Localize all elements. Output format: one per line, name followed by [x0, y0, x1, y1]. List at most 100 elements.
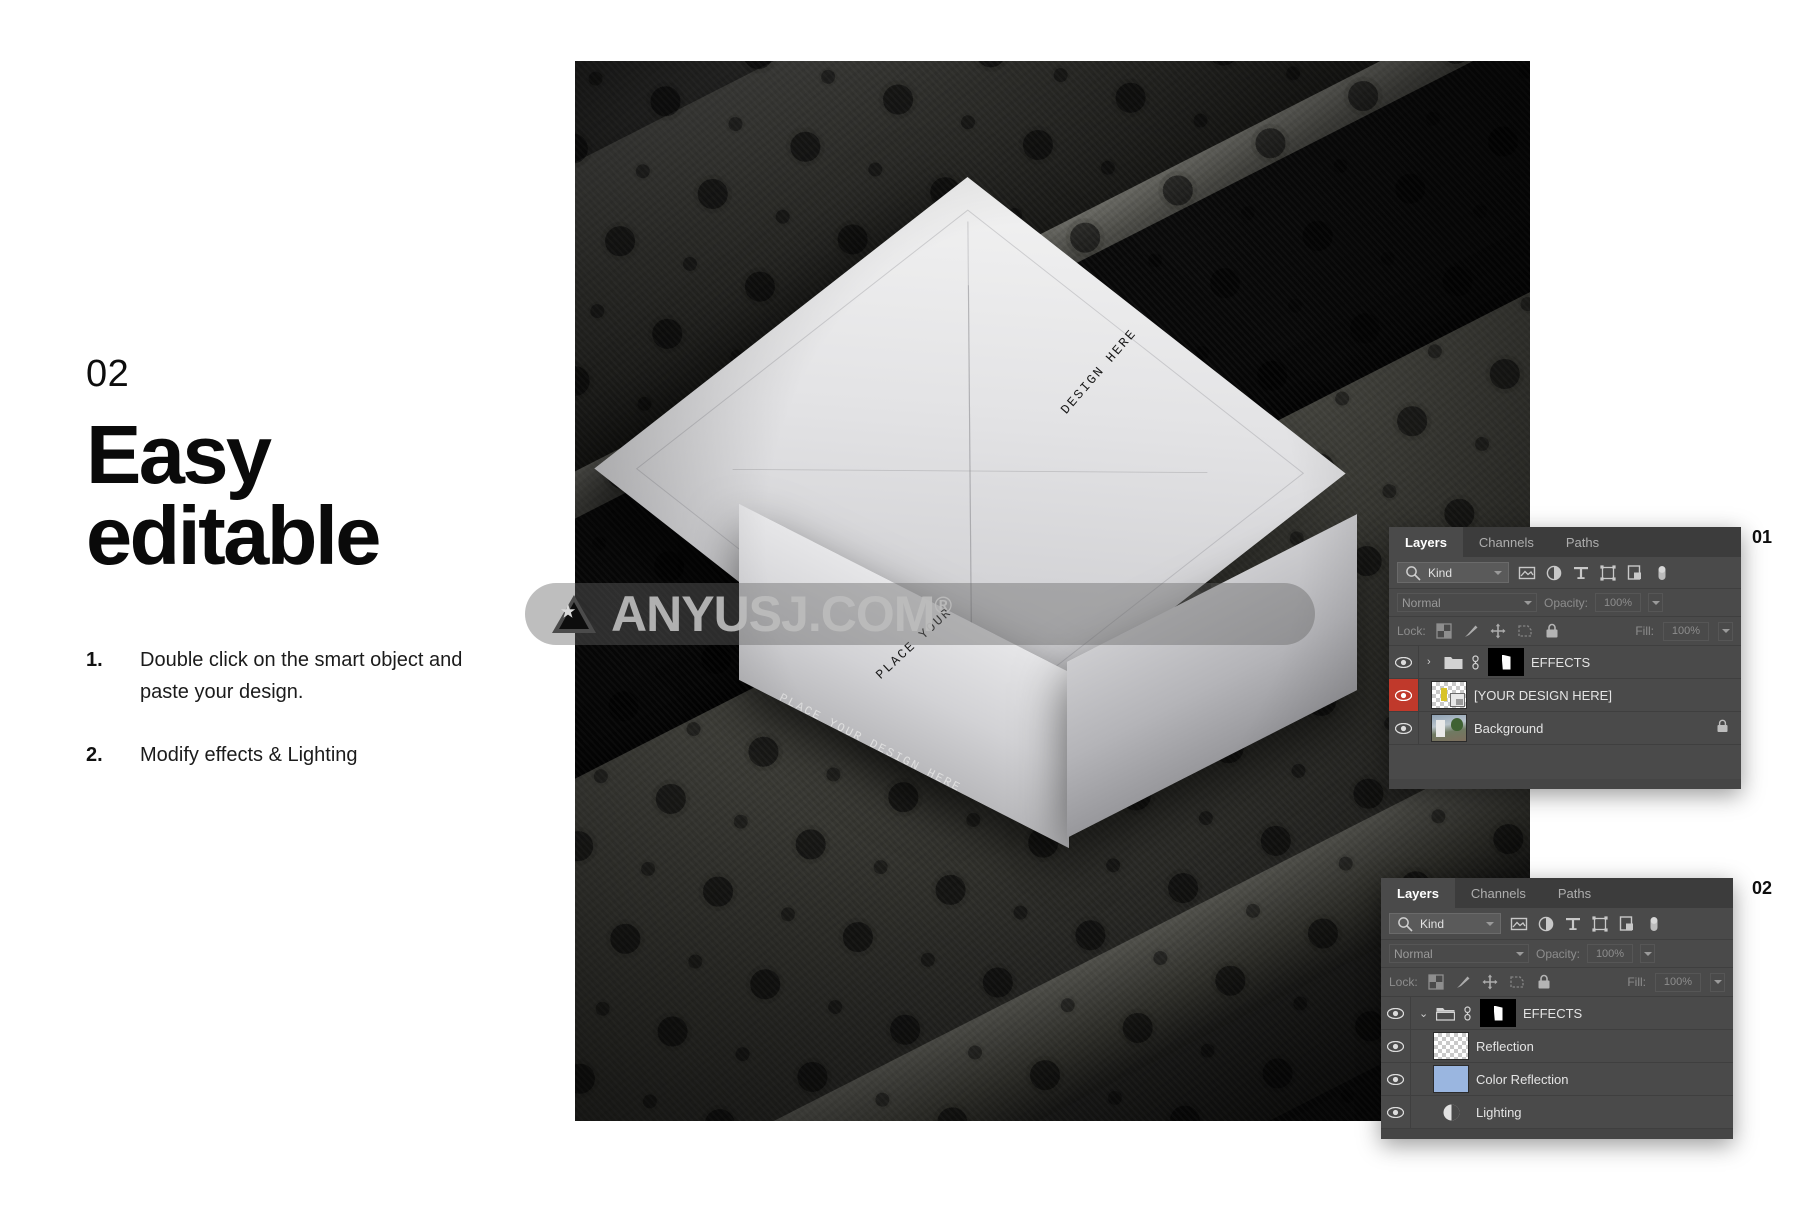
fill-input[interactable]: 100% — [1663, 621, 1709, 641]
fill-input[interactable]: 100% — [1655, 972, 1701, 992]
layer-name: EFFECTS — [1523, 1005, 1583, 1021]
eye-icon — [1387, 1040, 1404, 1052]
transparent-checkerboard-thumb[interactable] — [1433, 1032, 1469, 1060]
type-layer-filter-icon[interactable] — [1572, 564, 1590, 582]
shape-layer-filter-icon[interactable] — [1591, 915, 1609, 933]
layer-visibility-toggle[interactable] — [1389, 679, 1419, 711]
lock-transparent-pixels-icon[interactable] — [1427, 973, 1445, 991]
lock-position-icon[interactable] — [1489, 622, 1507, 640]
filter-kind-label: Kind — [1428, 565, 1453, 580]
tab-layers[interactable]: Layers — [1389, 527, 1463, 557]
instruction-list: 1. Double click on the smart object and … — [86, 644, 506, 771]
blend-mode-select[interactable]: Normal — [1397, 593, 1537, 612]
filter-kind-select[interactable]: Kind — [1397, 562, 1509, 583]
table-row[interactable]: [YOUR DESIGN HERE] — [1389, 679, 1741, 712]
chevron-down-icon[interactable] — [1524, 600, 1532, 605]
opacity-stepper[interactable] — [1640, 944, 1656, 963]
opacity-stepper[interactable] — [1648, 593, 1664, 612]
layers-panel-01[interactable]: Layers Channels Paths Kind Normal Opacit… — [1389, 527, 1741, 789]
link-mask-icon[interactable] — [1462, 1005, 1473, 1021]
lock-image-pixels-icon[interactable] — [1462, 622, 1480, 640]
blue-fill-thumb[interactable] — [1433, 1065, 1469, 1093]
blend-mode-bar: Normal Opacity: 100% — [1389, 589, 1741, 617]
page-title: Easy editable — [86, 413, 506, 576]
chevron-down-icon[interactable] — [1516, 951, 1524, 956]
chevron-down-icon[interactable] — [1486, 921, 1494, 926]
chevron-right-icon[interactable]: › — [1427, 656, 1437, 668]
layer-visibility-toggle[interactable] — [1389, 646, 1419, 678]
pixel-layer-filter-icon[interactable] — [1518, 564, 1536, 582]
fill-stepper[interactable] — [1710, 972, 1725, 992]
eye-icon — [1387, 1106, 1404, 1118]
lock-artboard-nesting-icon[interactable] — [1508, 973, 1526, 991]
layer-visibility-toggle[interactable] — [1381, 1030, 1411, 1062]
lock-position-icon[interactable] — [1481, 973, 1499, 991]
adjustment-half-circle-icon[interactable] — [1433, 1103, 1469, 1122]
layer-mask-black-thumb[interactable] — [1480, 999, 1516, 1027]
opacity-input[interactable]: 100% — [1595, 593, 1642, 612]
layer-name: [YOUR DESIGN HERE] — [1474, 687, 1612, 703]
filter-toggle-switch-icon[interactable] — [1653, 564, 1671, 582]
lock-all-icon[interactable] — [1535, 973, 1553, 991]
smart-object-filter-icon[interactable] — [1626, 564, 1644, 582]
panel-tab-bar: Layers Channels Paths — [1389, 527, 1741, 557]
search-icon — [1398, 916, 1413, 932]
layer-name: Color Reflection — [1476, 1071, 1569, 1087]
fill-stepper[interactable] — [1718, 621, 1733, 641]
tab-paths[interactable]: Paths — [1549, 527, 1616, 557]
layer-name: Background — [1474, 720, 1544, 736]
lock-artboard-nesting-icon[interactable] — [1516, 622, 1534, 640]
shape-layer-filter-icon[interactable] — [1599, 564, 1617, 582]
opacity-input[interactable]: 100% — [1587, 944, 1634, 963]
layer-name: EFFECTS — [1531, 654, 1591, 670]
layer-visibility-toggle[interactable] — [1381, 1096, 1411, 1128]
layer-visibility-toggle[interactable] — [1381, 1063, 1411, 1095]
tab-paths[interactable]: Paths — [1541, 878, 1608, 908]
layer-filter-bar: Kind — [1389, 557, 1741, 589]
table-row[interactable]: Color Reflection — [1381, 1063, 1733, 1096]
watermark-domain: ANYUSJ.COM — [611, 586, 935, 642]
tab-layers[interactable]: Layers — [1381, 878, 1455, 908]
table-row[interactable]: › EFFECTS — [1389, 646, 1741, 679]
layer-list: › EFFECTS [YOUR DESIGN HERE] Background — [1389, 646, 1741, 745]
type-layer-filter-icon[interactable] — [1564, 915, 1582, 933]
layer-list: ⌄ EFFECTS Reflection Color Reflection Li… — [1381, 997, 1733, 1129]
filter-toggle-switch-icon[interactable] — [1645, 915, 1663, 933]
list-item: 2. Modify effects & Lighting — [86, 739, 506, 771]
eye-icon — [1395, 656, 1412, 668]
watermark: ANYUSJ.COM® — [525, 583, 1315, 645]
slide-canvas: 02 Easy editable 1. Double click on the … — [0, 0, 1820, 1214]
table-row[interactable]: ⌄ EFFECTS — [1381, 997, 1733, 1030]
transparent-checkerboard-thumb[interactable] — [1431, 681, 1467, 709]
smart-object-filter-icon[interactable] — [1618, 915, 1636, 933]
registered-mark: ® — [934, 592, 952, 620]
layer-name: Lighting — [1476, 1104, 1522, 1120]
table-row[interactable]: Reflection — [1381, 1030, 1733, 1063]
opacity-label: Opacity: — [1536, 946, 1581, 961]
fill-label: Fill: — [1635, 624, 1654, 638]
lock-transparent-pixels-icon[interactable] — [1435, 622, 1453, 640]
layer-mask-black-thumb[interactable] — [1488, 648, 1524, 676]
layer-visibility-toggle[interactable] — [1381, 997, 1411, 1029]
blend-mode-select[interactable]: Normal — [1389, 944, 1529, 963]
tab-channels[interactable]: Channels — [1462, 527, 1550, 557]
link-mask-icon[interactable] — [1470, 654, 1481, 670]
adjustment-layer-filter-icon[interactable] — [1537, 915, 1555, 933]
chevron-down-icon[interactable] — [1494, 570, 1502, 575]
opacity-label: Opacity: — [1544, 595, 1589, 610]
table-row[interactable]: Lighting — [1381, 1096, 1733, 1129]
triangle-star-logo-icon — [551, 593, 597, 635]
tab-channels[interactable]: Channels — [1454, 878, 1542, 908]
pixel-layer-filter-icon[interactable] — [1510, 915, 1528, 933]
adjustment-layer-filter-icon[interactable] — [1545, 564, 1563, 582]
chevron-down-icon[interactable]: ⌄ — [1419, 1007, 1429, 1020]
lock-label: Lock: — [1397, 624, 1426, 638]
table-row[interactable]: Background — [1389, 712, 1741, 745]
filter-kind-select[interactable]: Kind — [1389, 913, 1501, 934]
lock-all-icon[interactable] — [1543, 622, 1561, 640]
layers-panel-02[interactable]: Layers Channels Paths Kind Normal Opacit… — [1381, 878, 1733, 1139]
list-item-number: 2. — [86, 743, 103, 766]
layer-visibility-toggle[interactable] — [1389, 712, 1419, 744]
lock-image-pixels-icon[interactable] — [1454, 973, 1472, 991]
photo-thumb[interactable] — [1431, 714, 1467, 742]
